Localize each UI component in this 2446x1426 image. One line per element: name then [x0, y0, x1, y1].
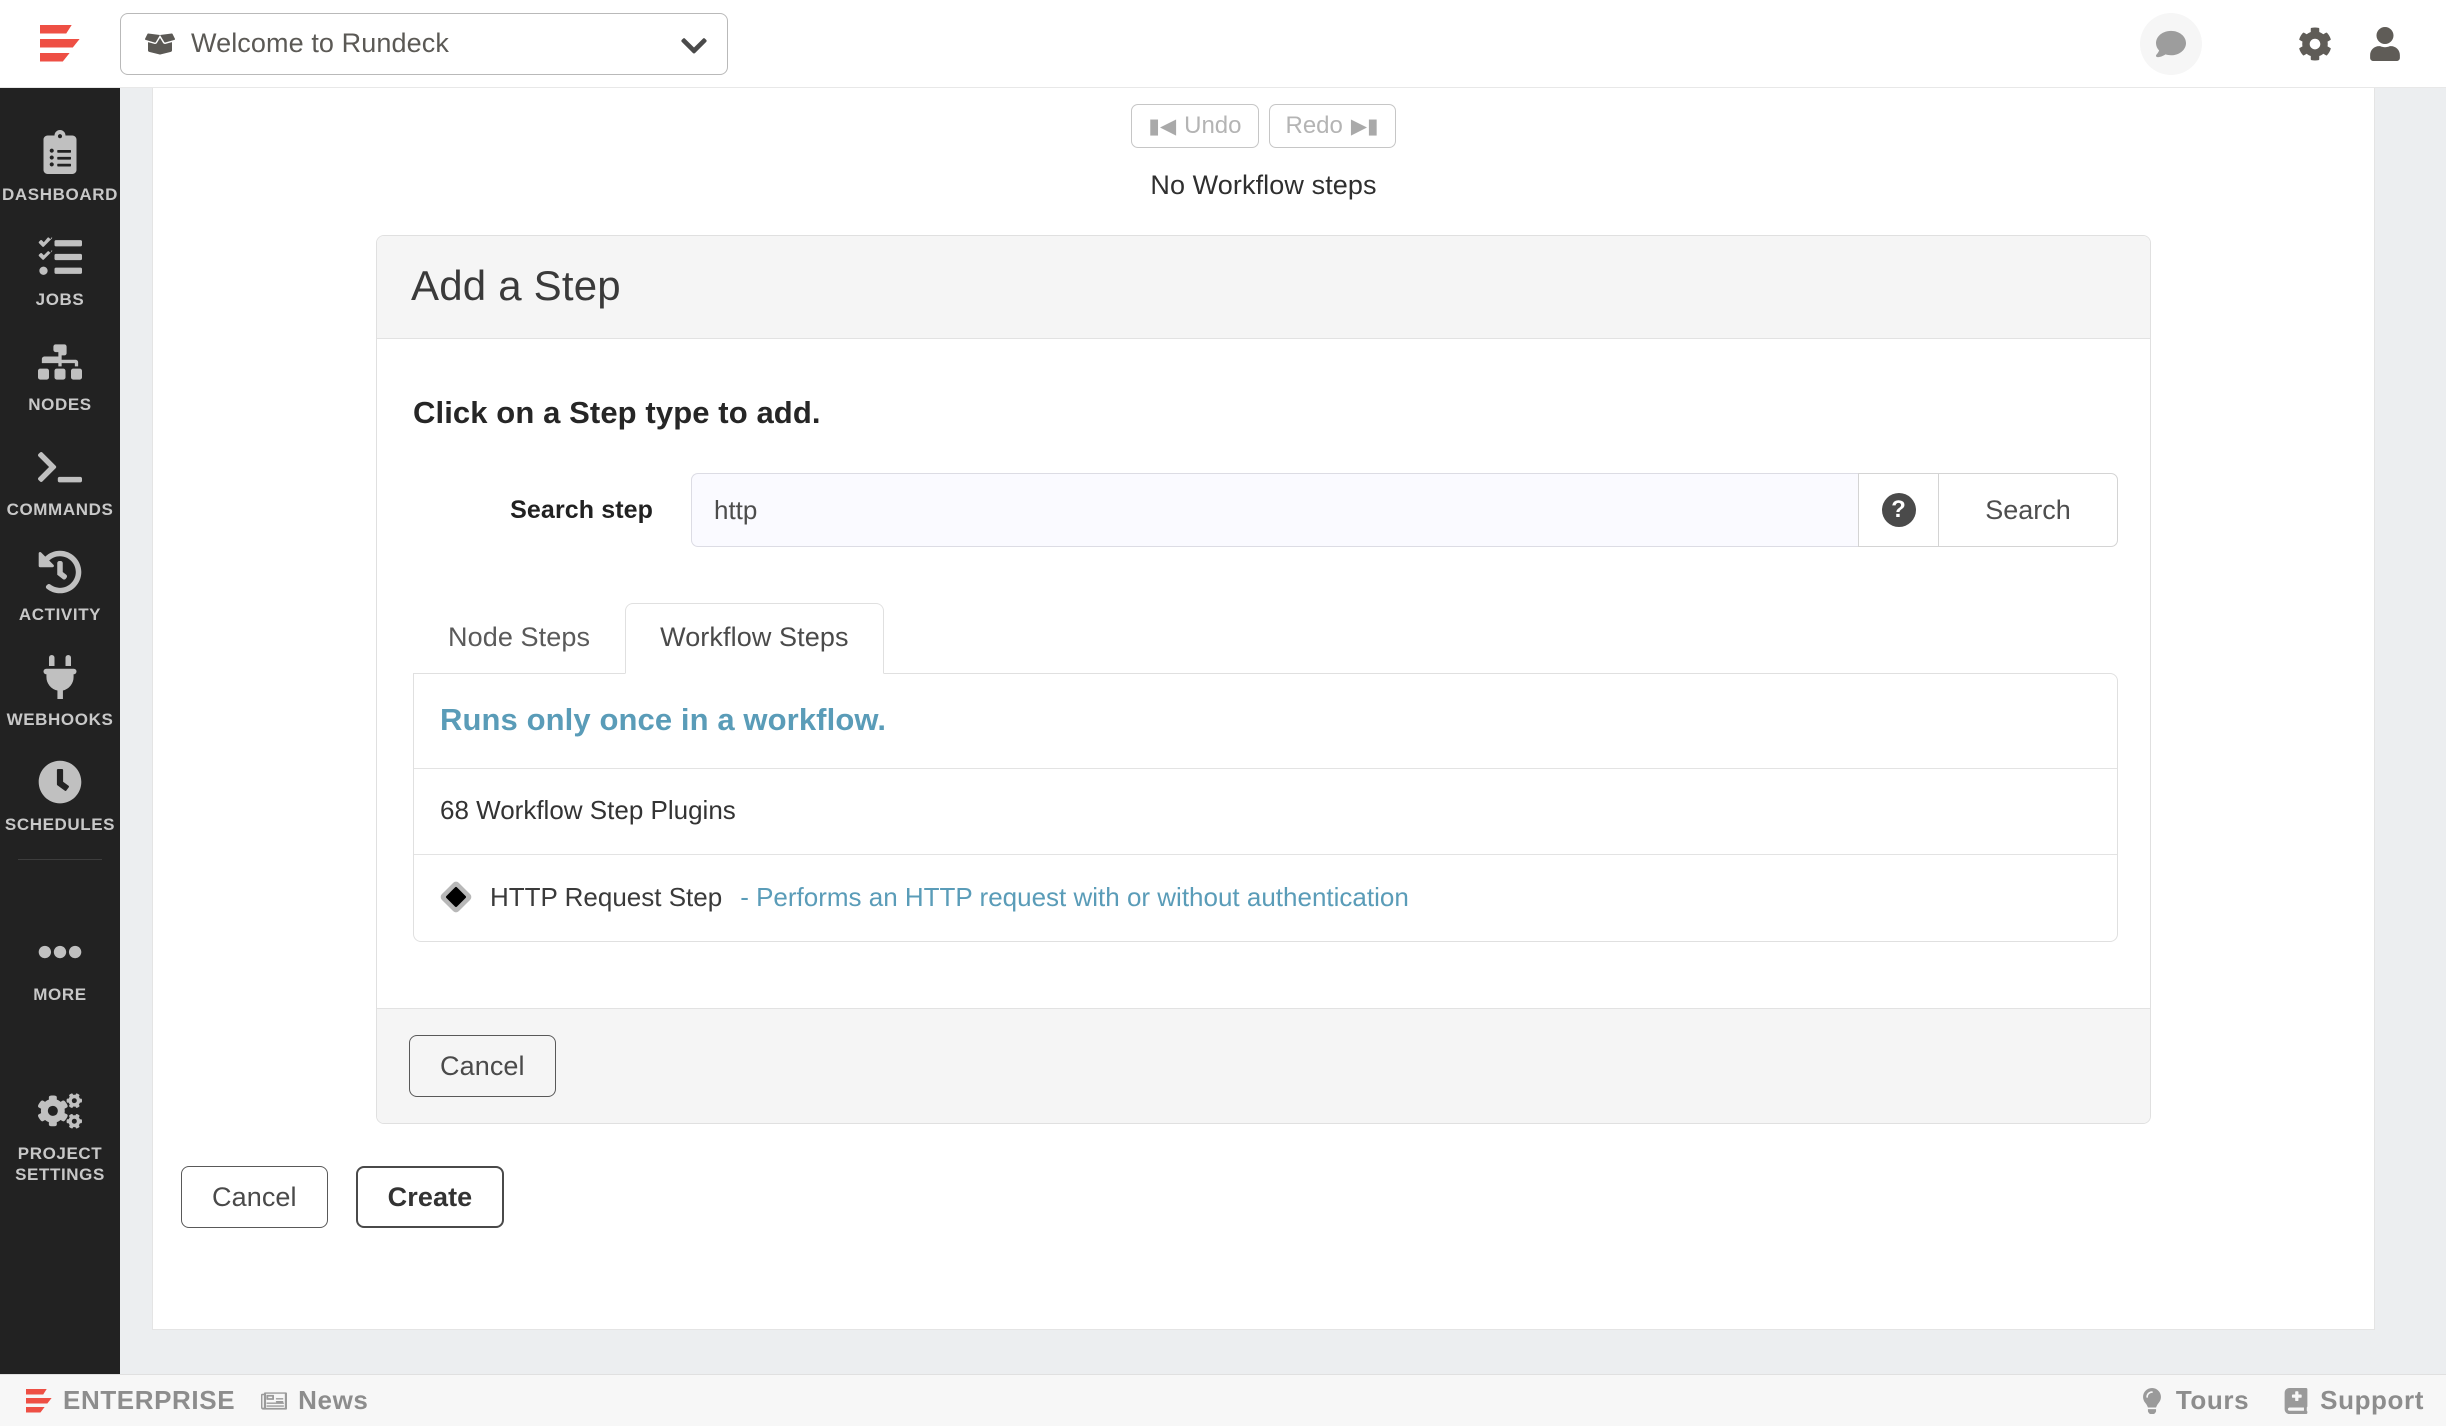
chat-bubble-icon[interactable] [2140, 12, 2202, 75]
rundeck-logo-small-icon [26, 1387, 52, 1415]
sidebar-item-label: PROJECT SETTINGS [15, 1143, 105, 1185]
sidebar-item-nodes[interactable]: Nodes [0, 324, 120, 429]
add-step-panel-header: Add a Step [377, 236, 2150, 339]
cogs-icon [38, 1089, 82, 1133]
box-open-icon [145, 31, 175, 57]
sidebar-item-label: Webhooks [6, 710, 114, 729]
search-step-label: Search step [510, 495, 653, 524]
create-button[interactable]: Create [355, 1166, 505, 1228]
list-item[interactable]: HTTP Request Step - Performs an HTTP req… [414, 855, 2117, 941]
sidebar-gap-2 [0, 1019, 120, 1073]
sidebar-item-label: Nodes [28, 395, 92, 414]
tab-workflow-steps[interactable]: Workflow Steps [625, 603, 884, 674]
undo-button[interactable]: ▮◀ Undo [1131, 104, 1259, 148]
project-name-label: Welcome to Rundeck [191, 28, 449, 58]
plugin-count-label: 68 Workflow Step Plugins [414, 769, 2117, 855]
sitemap-icon [38, 340, 82, 384]
redo-button-label: Redo [1285, 112, 1343, 139]
plugin-name: HTTP Request Step [490, 881, 723, 912]
sidebar-item-label: Jobs [35, 290, 85, 309]
top-header: Welcome to Rundeck [0, 0, 2446, 88]
clipboard-list-icon [38, 130, 82, 174]
support-label: Support [2320, 1385, 2424, 1415]
history-clock-icon [38, 550, 82, 594]
rundeck-logo-mark [40, 23, 80, 65]
enterprise-label: ENTERPRISE [63, 1385, 236, 1415]
step-forward-icon: ▶▮ [1350, 114, 1379, 138]
sidebar-item-dashboard[interactable]: Dashboard [0, 114, 120, 219]
undo-button-label: Undo [1184, 112, 1242, 139]
sidebar-item-label: Commands [6, 500, 114, 519]
sidebar-item-label: Schedules [4, 815, 116, 834]
sidebar-item-webhooks[interactable]: Webhooks [0, 639, 120, 744]
add-step-panel-body: Click on a Step type to add. Search step… [377, 339, 2150, 952]
rundeck-app: Welcome to Rundeck DASHBOARD JOBS NODES … [0, 0, 2446, 1426]
sidebar-item-more[interactable]: More [0, 914, 120, 1019]
step-type-tabs: Node Steps Workflow Steps [409, 603, 2118, 674]
plugin-list: Runs only once in a workflow. 68 Workflo… [413, 673, 2118, 942]
checklist-icon [38, 235, 82, 279]
step-backward-icon: ▮◀ [1148, 114, 1177, 138]
bottom-footer: ENTERPRISE News Tours Support [0, 1374, 2446, 1426]
enterprise-link[interactable]: ENTERPRISE [26, 1385, 235, 1416]
content-card: ▮◀ Undo Redo ▶▮ No Workflow steps Add a … [152, 88, 2375, 1330]
chevron-down-icon [681, 31, 707, 57]
sidebar-item-label: More [33, 985, 87, 1004]
plugin-list-heading: Runs only once in a workflow. [414, 674, 2117, 769]
panel-cancel-button[interactable]: Cancel [409, 1035, 556, 1097]
sidebar-item-schedules[interactable]: Schedules [0, 744, 120, 849]
footer-left-group: ENTERPRISE News [0, 1385, 368, 1416]
sidebar-item-label: Activity [18, 605, 102, 624]
support-link[interactable]: Support [2283, 1385, 2424, 1416]
search-input[interactable] [691, 473, 1858, 547]
sidebar-item-commands[interactable]: Commands [0, 429, 120, 534]
rundeck-logo[interactable] [0, 23, 120, 65]
book-medical-icon [2284, 1387, 2308, 1414]
sidebar-item-jobs[interactable]: Jobs [0, 219, 120, 324]
page-title: Add a Step [411, 262, 621, 309]
search-input-group: ? Search [691, 473, 2118, 547]
plug-icon [38, 655, 82, 699]
sidebar-item-activity[interactable]: Activity [0, 534, 120, 639]
lightbulb-icon [2142, 1387, 2161, 1414]
instruction-text: Click on a Step type to add. [413, 395, 821, 430]
search-button[interactable]: Search [1938, 473, 2118, 547]
tab-node-steps[interactable]: Node Steps [413, 603, 625, 674]
news-link[interactable]: News [261, 1385, 368, 1416]
body-row: Dashboard Jobs Nodes [0, 88, 2446, 1374]
sidebar-item-label: Dashboard [2, 185, 118, 204]
question-circle-icon: ? [1881, 493, 1916, 527]
ellipsis-icon [38, 930, 82, 974]
add-step-panel-footer: Cancel [377, 1008, 2150, 1123]
news-label: News [298, 1385, 369, 1415]
sidebar-item-project-settings[interactable]: PROJECT SETTINGS [0, 1073, 120, 1199]
left-sidebar: Dashboard Jobs Nodes [0, 88, 120, 1374]
plugin-description: - Performs an HTTP request with or witho… [740, 881, 1409, 912]
redo-button[interactable]: Redo ▶▮ [1268, 104, 1396, 148]
user-avatar-icon[interactable] [2358, 17, 2412, 71]
terminal-icon [38, 445, 82, 489]
tours-link[interactable]: Tours [2139, 1385, 2249, 1416]
add-step-panel: Add a Step Click on a Step type to add. … [376, 235, 2151, 1124]
tours-label: Tours [2175, 1385, 2250, 1415]
header-actions [2140, 12, 2412, 75]
sidebar-item-label-line2: SETTINGS [15, 1165, 105, 1184]
footer-right-group: Tours Support [2139, 1385, 2424, 1416]
search-help-button[interactable]: ? [1858, 473, 1938, 547]
cancel-button[interactable]: Cancel [181, 1166, 328, 1228]
main-content-area: ▮◀ Undo Redo ▶▮ No Workflow steps Add a … [120, 88, 2446, 1374]
diamond-icon [440, 881, 472, 913]
newspaper-icon [261, 1391, 288, 1410]
gear-icon[interactable] [2288, 17, 2342, 71]
clock-icon [38, 760, 82, 804]
project-selector[interactable]: Welcome to Rundeck [120, 12, 728, 75]
no-workflow-steps-message: No Workflow steps [1150, 170, 1377, 200]
undo-redo-toolbar: ▮◀ Undo Redo ▶▮ [153, 88, 2374, 148]
sidebar-item-label-line1: PROJECT [17, 1144, 103, 1163]
search-step-row: Search step ? Search [409, 473, 2118, 547]
form-actions: Cancel Create [153, 1124, 2374, 1228]
